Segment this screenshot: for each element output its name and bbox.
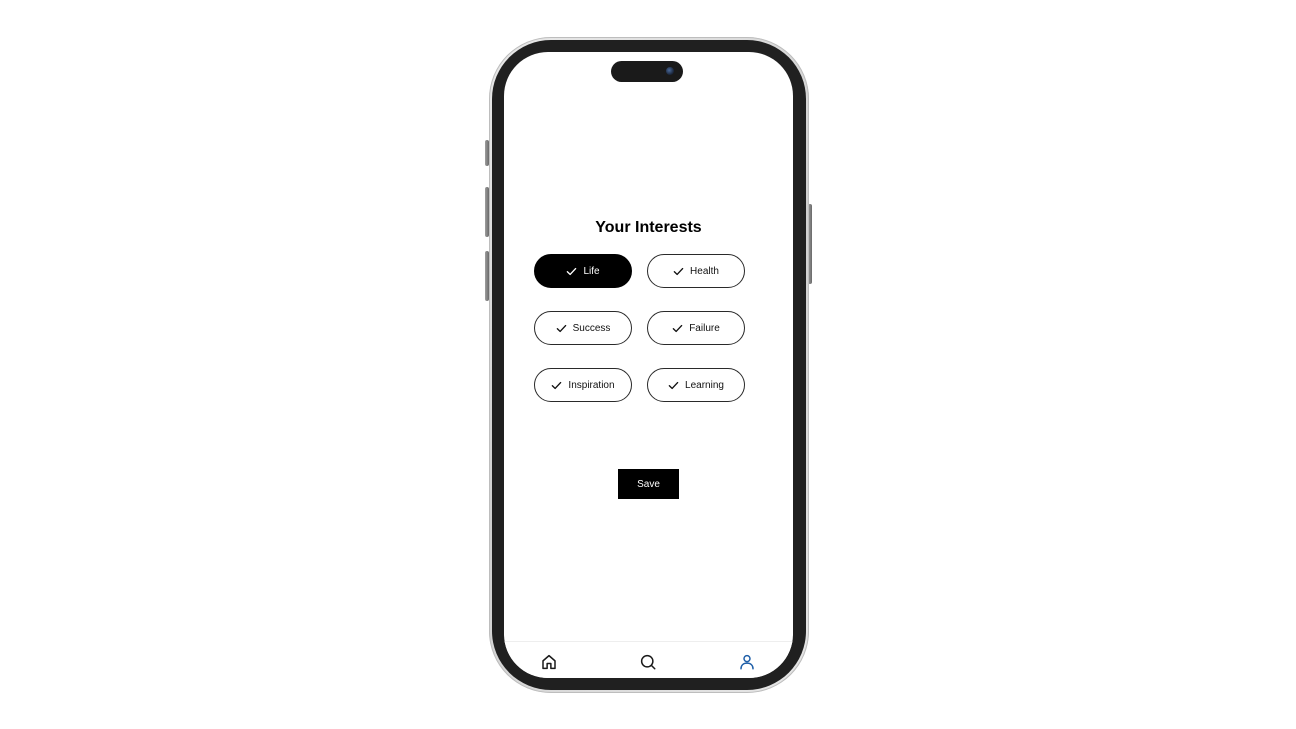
interest-chip-label: Success [572, 322, 611, 334]
interest-chip-label: Inspiration [568, 379, 615, 391]
interest-chip-label: Learning [685, 379, 724, 391]
camera-icon [666, 67, 674, 75]
bottom-nav [504, 641, 793, 678]
check-icon [556, 323, 567, 334]
check-icon [668, 380, 679, 391]
interest-chip-label: Life [583, 265, 600, 277]
nav-search[interactable] [638, 652, 658, 672]
nav-home[interactable] [539, 652, 559, 672]
interest-chip-failure[interactable]: Failure [647, 311, 745, 345]
user-icon [738, 653, 756, 671]
page-title: Your Interests [595, 219, 702, 236]
interest-chip-life[interactable]: Life [534, 254, 632, 288]
home-icon [540, 653, 558, 671]
interest-chip-learning[interactable]: Learning [647, 368, 745, 402]
check-icon [673, 266, 684, 277]
save-button[interactable]: Save [618, 469, 679, 499]
interest-chip-health[interactable]: Health [647, 254, 745, 288]
interest-chip-success[interactable]: Success [534, 311, 632, 345]
interest-chip-inspiration[interactable]: Inspiration [534, 368, 632, 402]
dynamic-island [611, 61, 683, 82]
search-icon [639, 653, 657, 671]
phone-screen: Your Interests Life Health Success Failu… [504, 52, 793, 678]
nav-profile[interactable] [737, 652, 757, 672]
check-icon [566, 266, 577, 277]
check-icon [551, 380, 562, 391]
interest-chip-label: Failure [689, 322, 720, 334]
interest-chip-label: Health [690, 265, 719, 277]
check-icon [672, 323, 683, 334]
stage: Your Interests Life Health Success Failu… [0, 0, 1296, 729]
